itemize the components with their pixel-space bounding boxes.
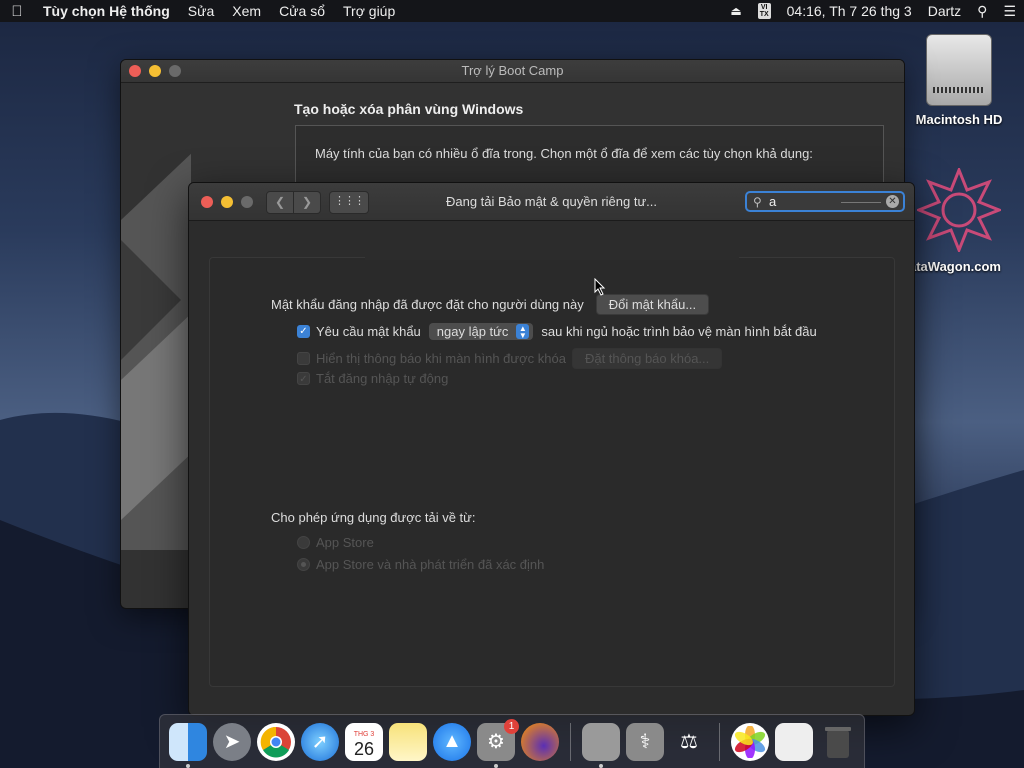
set-lock-message-button[interactable]: Đặt thông báo khóa...: [571, 348, 723, 369]
allow-apps-label: Cho phép ứng dụng được tải về từ:: [271, 510, 476, 525]
show-message-checkbox[interactable]: [297, 352, 310, 365]
require-password-label: Yêu cầu mật khẩu: [316, 324, 421, 339]
dock: ➤ ➚ THG 3 26 ▲ ⚙ 1 ⚕ ⚖: [159, 714, 865, 768]
app-store-radio-label: App Store: [316, 535, 374, 550]
bootcamp-title: Trợ lý Boot Camp: [461, 63, 564, 78]
notes-icon[interactable]: [389, 722, 427, 761]
trash-icon[interactable]: [819, 723, 857, 761]
require-password-checkbox[interactable]: ✓: [297, 325, 310, 338]
show-message-label: Hiển thị thông báo khi màn hình được khó…: [316, 351, 566, 366]
disable-autologin-label: Tắt đăng nhập tự động: [316, 371, 449, 386]
chevron-updown-icon: ▲ ▼: [516, 324, 530, 340]
security-toolbar: ❮ ❯ ⋮⋮⋮ Đang tải Bảo mật & quyền riêng t…: [189, 183, 914, 221]
dock-separator: [719, 722, 720, 761]
hard-disk-icon: [926, 34, 992, 106]
dock-separator: [570, 722, 571, 761]
datawagon-logo-icon: [914, 165, 1004, 255]
menu-app-name[interactable]: Tùy chọn Hệ thống: [34, 3, 179, 19]
close-button[interactable]: [129, 65, 141, 77]
menu-edit[interactable]: Sửa: [179, 3, 224, 19]
bootcamp-message: Máy tính của bạn có nhiều ổ đĩa trong. C…: [315, 146, 813, 161]
system-information-icon[interactable]: ⚖: [670, 723, 708, 761]
spotlight-icon[interactable]: ⚲: [977, 3, 987, 20]
search-highlight-line: [841, 202, 881, 203]
security-privacy-window: ❮ ❯ ⋮⋮⋮ Đang tải Bảo mật & quyền riêng t…: [188, 182, 915, 716]
tab-strip: [365, 254, 739, 260]
app-store-radio[interactable]: [297, 536, 310, 549]
menu-clock[interactable]: 04:16, Th 7 26 thg 3: [787, 3, 912, 19]
firefox-icon[interactable]: [521, 722, 559, 761]
desktop-item-datawagon[interactable]: ataWagon.com: [904, 165, 1014, 274]
general-tab-panel: [209, 257, 895, 687]
bootcamp-titlebar: Trợ lý Boot Camp: [121, 60, 904, 83]
password-set-label: Mật khẩu đăng nhập đã được đặt cho người…: [271, 297, 584, 312]
disable-autologin-checkbox[interactable]: ✓: [297, 372, 310, 385]
require-password-select-value: ngay lập tức: [436, 324, 509, 339]
launchpad-icon[interactable]: ➤: [213, 722, 251, 761]
documents-folder-icon[interactable]: [775, 722, 813, 761]
app-store-identified-radio-label: App Store và nhà phát triển đã xác định: [316, 557, 545, 572]
bootcamp-logo-icon: [121, 153, 191, 550]
app-store-icon[interactable]: ▲: [433, 722, 471, 761]
calendar-icon[interactable]: THG 3 26: [345, 722, 383, 761]
notification-badge: 1: [504, 718, 519, 734]
apple-menu-icon[interactable]: : [0, 3, 34, 20]
menu-bar:  Tùy chọn Hệ thống Sửa Xem Cửa sổ Trợ g…: [0, 0, 1024, 22]
menu-help[interactable]: Trợ giúp: [334, 3, 404, 19]
input-method-icon[interactable]: VI TX: [757, 3, 771, 19]
require-password-select[interactable]: ngay lập tức ▲ ▼: [428, 323, 534, 340]
disk-utility-icon[interactable]: ⚕: [626, 722, 664, 761]
photos-icon[interactable]: [731, 722, 769, 761]
eject-icon[interactable]: ⏏: [730, 4, 741, 18]
menu-view[interactable]: Xem: [223, 3, 270, 19]
chrome-icon[interactable]: [257, 722, 295, 761]
calendar-day: 26: [353, 738, 375, 759]
require-password-suffix: sau khi ngủ hoặc trình bảo vệ màn hình b…: [541, 324, 817, 339]
mouse-pointer-icon: [594, 278, 606, 296]
bootcamp-assistant-icon[interactable]: [582, 722, 620, 768]
search-icon: ⚲: [753, 195, 762, 209]
bootcamp-heading: Tạo hoặc xóa phân vùng Windows: [294, 101, 524, 117]
safari-icon[interactable]: ➚: [301, 722, 339, 761]
zoom-button[interactable]: [169, 65, 181, 77]
notification-center-icon[interactable]: ☰: [1003, 3, 1016, 20]
minimize-button[interactable]: [149, 65, 161, 77]
finder-icon[interactable]: [169, 722, 207, 768]
desktop-disk-macintosh-hd[interactable]: Macintosh HD: [904, 34, 1014, 127]
change-password-button[interactable]: Đổi mật khẩu...: [595, 294, 710, 315]
clear-search-icon[interactable]: ✕: [886, 195, 899, 208]
desktop-disk-label: Macintosh HD: [915, 112, 1003, 127]
menu-user[interactable]: Dartz: [928, 3, 961, 19]
search-field[interactable]: ⚲ ✕: [745, 191, 905, 212]
menu-window[interactable]: Cửa sổ: [270, 3, 334, 19]
app-store-identified-radio[interactable]: [297, 558, 310, 571]
system-preferences-icon[interactable]: ⚙ 1: [477, 718, 519, 768]
